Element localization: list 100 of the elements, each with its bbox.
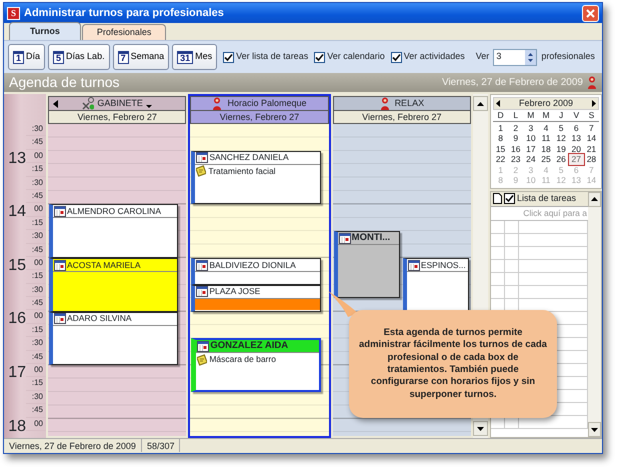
- checkbox[interactable]: [314, 52, 326, 62]
- down-arrow-icon: [476, 426, 484, 430]
- view-button[interactable]: 7 Semana: [112, 44, 170, 70]
- scroll-down-button[interactable]: [588, 422, 601, 437]
- calendar-day[interactable]: 28: [584, 154, 599, 164]
- minute-label: 00: [34, 150, 43, 160]
- calendar-day[interactable]: 18: [538, 144, 554, 154]
- appointment[interactable]: PLAZA JOSE: [191, 284, 321, 312]
- minute-label: 00: [34, 311, 43, 320]
- appointment[interactable]: BALDIVIEZO DIONILA: [191, 258, 321, 285]
- view-button[interactable]: 5 Días Lab.: [48, 44, 110, 70]
- column-header[interactable]: RELAX: [332, 96, 471, 111]
- window-title: Administrar turnos para profesionales: [24, 6, 224, 21]
- column-date: Viernes, Febrero 27: [190, 111, 329, 124]
- calendar-day[interactable]: 12: [554, 133, 569, 144]
- column-header[interactable]: Horacio Palomeque: [190, 96, 329, 111]
- view-button[interactable]: 31 Mes: [172, 44, 218, 70]
- calendar-day[interactable]: 3: [523, 122, 538, 133]
- count-suffix: profesionales: [541, 50, 595, 64]
- column-name: Horacio Palomeque: [227, 96, 307, 110]
- document-icon[interactable]: [493, 193, 502, 204]
- calendar-icon: [54, 206, 66, 217]
- calendar-day[interactable]: 1: [493, 122, 508, 133]
- calendar-day[interactable]: 16: [508, 144, 524, 154]
- appointment[interactable]: MONTI...: [334, 231, 400, 298]
- calendar-day[interactable]: 26: [554, 154, 569, 164]
- tab[interactable]: Profesionales: [82, 24, 166, 40]
- column-date: Viernes, Febrero 27: [48, 111, 186, 124]
- hour-label: 17: [8, 364, 26, 382]
- column-name: GABINETE: [97, 96, 143, 110]
- patient-name: SANCHEZ DANIELA: [209, 151, 289, 164]
- calendar-day[interactable]: 10: [523, 133, 538, 144]
- close-button[interactable]: [582, 4, 599, 22]
- tab[interactable]: Turnos: [9, 22, 81, 40]
- minute-label: :45: [32, 137, 43, 146]
- calendar-day[interactable]: 25: [538, 154, 554, 164]
- scroll-up-button[interactable]: [588, 192, 601, 206]
- minute-label: :45: [32, 352, 43, 361]
- calendar-icon: [196, 286, 208, 298]
- calendar-day[interactable]: 5: [554, 122, 569, 133]
- weekday-label: D: [493, 110, 508, 122]
- next-month-icon[interactable]: [592, 100, 596, 107]
- patient-name: MONTI...: [352, 231, 390, 246]
- down-arrow-icon: [591, 428, 598, 432]
- spinner-arrows-icon[interactable]: [525, 50, 536, 64]
- minute-label: 00: [34, 365, 43, 374]
- minute-label: :45: [32, 405, 43, 414]
- count-spinner[interactable]: 3: [493, 48, 538, 66]
- calendar-day[interactable]: 27: [568, 154, 584, 164]
- appointment[interactable]: GONZALEZ AIDA Máscara de barro: [191, 338, 321, 392]
- calendar-day[interactable]: 7: [584, 122, 599, 133]
- appointment[interactable]: SANCHEZ DANIELA Tratamiento facial: [191, 150, 321, 204]
- calendar-day[interactable]: 17: [523, 144, 538, 154]
- calendar-day[interactable]: 11: [538, 133, 554, 144]
- calendar-day[interactable]: 8: [493, 133, 508, 144]
- calendar-day[interactable]: 13: [568, 133, 584, 144]
- checkbox[interactable]: [223, 52, 234, 62]
- calendar-day[interactable]: 24: [523, 154, 538, 164]
- appointment[interactable]: ACOSTA MARIELA: [49, 258, 178, 312]
- calendar-day[interactable]: 22: [493, 154, 508, 164]
- calendar-day[interactable]: 14: [584, 133, 599, 144]
- up-arrow-icon: [591, 197, 598, 201]
- status-text: Viernes, 27 de Febrero de 2009: [4, 439, 142, 452]
- minute-label: :15: [32, 378, 43, 388]
- calendar-day[interactable]: 6: [568, 122, 584, 133]
- weekday-label: V: [568, 110, 584, 122]
- calendar-day[interactable]: 15: [493, 144, 508, 154]
- view-button[interactable]: 1 Día: [8, 44, 46, 70]
- minute-label: :15: [32, 271, 43, 280]
- scroll-up-button[interactable]: [472, 96, 488, 111]
- calendar-icon: [408, 260, 420, 270]
- checkbox[interactable]: [390, 52, 402, 62]
- scroll-down-button[interactable]: [472, 421, 488, 436]
- calendar-page-icon: 7: [118, 50, 129, 64]
- appointment[interactable]: ALMENDRO CAROLINA: [49, 204, 178, 258]
- left-arrow-icon[interactable]: [53, 100, 58, 108]
- calendar-icon: [54, 260, 66, 270]
- calendar-day[interactable]: 21: [584, 144, 599, 154]
- tools-icon: [82, 97, 94, 110]
- previous-month-icon[interactable]: [496, 100, 500, 107]
- calendar-day[interactable]: 23: [508, 154, 524, 164]
- appointment[interactable]: ADARO SILVINA: [49, 312, 178, 366]
- appointment[interactable]: ESPINOS...: [402, 258, 469, 312]
- minute-label: 00: [34, 418, 43, 428]
- minute-label: :15: [32, 218, 43, 227]
- hour-label: 18: [8, 418, 26, 435]
- calendar-icon: [338, 232, 351, 244]
- calendar-icon: [196, 152, 208, 164]
- calendar-day[interactable]: 2: [508, 122, 524, 133]
- calendar-day[interactable]: 9: [508, 133, 524, 144]
- calendar-day[interactable]: 4: [538, 122, 554, 133]
- minute-label: :30: [32, 231, 43, 240]
- column-date: Viernes, Febrero 27: [332, 111, 471, 124]
- hour-label: 15: [8, 256, 26, 274]
- scrollbar[interactable]: [588, 192, 601, 437]
- column-header[interactable]: GABINETE: [48, 96, 186, 111]
- minute-label: 00: [34, 204, 43, 214]
- calendar-day[interactable]: 20: [568, 144, 584, 154]
- calendar-day[interactable]: 19: [554, 144, 569, 154]
- checkbox-icon[interactable]: [504, 193, 515, 204]
